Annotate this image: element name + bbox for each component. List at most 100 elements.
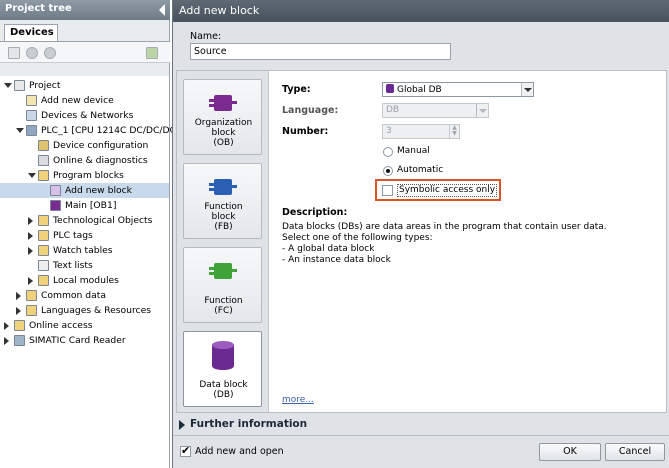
tree-item-label: Languages & Resources: [41, 305, 152, 316]
folder-icon: [26, 305, 37, 316]
tree-item[interactable]: SIMATIC Card Reader: [0, 333, 169, 348]
manual-radio[interactable]: [383, 147, 393, 157]
number-value: 3: [386, 126, 392, 136]
block-type-fb[interactable]: Function block (FB): [183, 163, 262, 239]
checkmark-icon: ✔: [181, 444, 191, 457]
tree-item[interactable]: Technological Objects: [0, 213, 169, 228]
chevron-down-icon[interactable]: [521, 83, 533, 96]
tree-item[interactable]: Program blocks: [0, 168, 169, 183]
tree-item[interactable]: Main [OB1]: [0, 198, 169, 213]
automatic-radio[interactable]: [383, 166, 393, 176]
tree-item[interactable]: Text lists: [0, 258, 169, 273]
tree-item[interactable]: Add new block: [0, 183, 169, 198]
block-type-fc[interactable]: Function (FC): [183, 247, 262, 323]
db-block-icon: [209, 340, 237, 370]
plc-icon: [26, 125, 37, 136]
more-link[interactable]: more...: [282, 395, 314, 405]
block-type-label-line: block: [211, 128, 236, 138]
block-type-label: Data block (DB): [184, 380, 263, 400]
block-type-label: Organization block (OB): [184, 118, 263, 148]
tree-item[interactable]: Languages & Resources: [0, 303, 169, 318]
add-new-and-open-checkbox[interactable]: ✔: [180, 444, 191, 457]
online-icon: [14, 320, 25, 331]
tab-devices[interactable]: Devices: [4, 24, 58, 41]
manual-label: Manual: [397, 146, 430, 156]
expanded-arrow-icon[interactable]: [16, 128, 24, 133]
tree-view-icon[interactable]: [146, 47, 158, 59]
description-text: Data blocks (DBs) are data areas in the …: [282, 222, 607, 265]
tree-item[interactable]: Common data: [0, 288, 169, 303]
tree-item[interactable]: Local modules: [0, 273, 169, 288]
tree-item[interactable]: PLC_1 [CPU 1214C DC/DC/DC]: [0, 123, 180, 138]
type-dropdown[interactable]: Global DB: [382, 82, 534, 97]
tree-item[interactable]: Online & diagnostics: [0, 153, 169, 168]
collapsed-arrow-icon[interactable]: [16, 307, 21, 315]
tree-item[interactable]: Add new device: [0, 93, 169, 108]
symbolic-access-checkbox[interactable]: [382, 185, 393, 196]
tree-item-label: Local modules: [53, 275, 119, 286]
tree-item[interactable]: Project: [0, 78, 169, 93]
number-label: Number:: [282, 126, 329, 137]
folder-icon: [38, 170, 49, 181]
block-type-db[interactable]: Data block (DB): [183, 331, 262, 407]
diagnostics-icon: [38, 155, 49, 166]
fb-block-icon: [209, 176, 237, 198]
collapsed-arrow-icon[interactable]: [28, 217, 33, 225]
tree-item-label: Technological Objects: [53, 215, 153, 226]
expanded-arrow-icon[interactable]: [4, 83, 12, 88]
block-type-ob[interactable]: Organization block (OB): [183, 79, 262, 155]
language-dropdown[interactable]: DB: [382, 103, 489, 118]
block-type-label-line: Function: [204, 296, 243, 306]
forward-icon[interactable]: [44, 47, 56, 59]
collapsed-arrow-icon[interactable]: [28, 247, 33, 255]
language-label: Language:: [282, 105, 339, 116]
folder-icon: [26, 290, 37, 301]
tree-item-label: Main [OB1]: [65, 200, 117, 211]
tree-item[interactable]: Devices & Networks: [0, 108, 169, 123]
add-new-block-dialog: Add new block Name: Organizationblock(OB…: [172, 0, 669, 468]
symbolic-access-label: Symbolic access only: [397, 184, 498, 197]
tree-item-label: PLC tags: [53, 230, 93, 241]
db-block-icon: [386, 84, 394, 93]
tree-item[interactable]: PLC tags: [0, 228, 169, 243]
collapsed-arrow-icon[interactable]: [16, 292, 21, 300]
collapsed-arrow-icon[interactable]: [28, 277, 33, 285]
ok-button[interactable]: OK: [539, 443, 601, 461]
tree-item[interactable]: Online access: [0, 318, 169, 333]
number-stepper[interactable]: 3 ▲ ▼: [382, 124, 460, 139]
tree-item[interactable]: Device configuration: [0, 138, 169, 153]
name-label: Name:: [190, 31, 222, 42]
collapsed-arrow-icon[interactable]: [28, 232, 33, 240]
tree-item-label: Devices & Networks: [41, 110, 134, 121]
text-list-icon: [38, 260, 49, 271]
ob-block-icon: [50, 200, 61, 211]
expand-right-icon[interactable]: [179, 420, 185, 430]
tree-item-label: Project: [29, 80, 61, 91]
type-label: Type:: [282, 84, 311, 95]
cancel-button[interactable]: Cancel: [605, 443, 665, 461]
collapse-left-icon[interactable]: [159, 4, 165, 16]
folder-icon: [38, 215, 49, 226]
tree-item-label: Add new device: [41, 95, 114, 106]
tree-item-label: Device configuration: [53, 140, 149, 151]
further-information-toggle[interactable]: Further information: [190, 418, 307, 430]
tree-item-label: Program blocks: [53, 170, 124, 181]
block-type-label-line: Organization: [194, 118, 253, 128]
network-icon: [26, 110, 37, 121]
stepper-arrows-icon[interactable]: ▲ ▼: [449, 125, 459, 138]
collapsed-arrow-icon[interactable]: [4, 337, 9, 345]
expanded-arrow-icon[interactable]: [28, 173, 36, 178]
fc-block-icon: [209, 260, 237, 282]
project-tree-title: Project tree: [0, 0, 170, 20]
dialog-footer: ✔ Add new and open OK Cancel: [173, 435, 669, 468]
card-reader-icon: [14, 335, 25, 346]
project-icon: [14, 80, 25, 91]
folder-icon: [38, 230, 49, 241]
block-type-label-line: Data block: [199, 380, 248, 390]
name-input[interactable]: [190, 43, 451, 60]
tree-item[interactable]: Watch tables: [0, 243, 169, 258]
back-icon[interactable]: [26, 47, 38, 59]
collapsed-arrow-icon[interactable]: [4, 322, 9, 330]
block-type-label-line: (DB): [213, 390, 234, 400]
new-item-icon[interactable]: [8, 47, 20, 59]
